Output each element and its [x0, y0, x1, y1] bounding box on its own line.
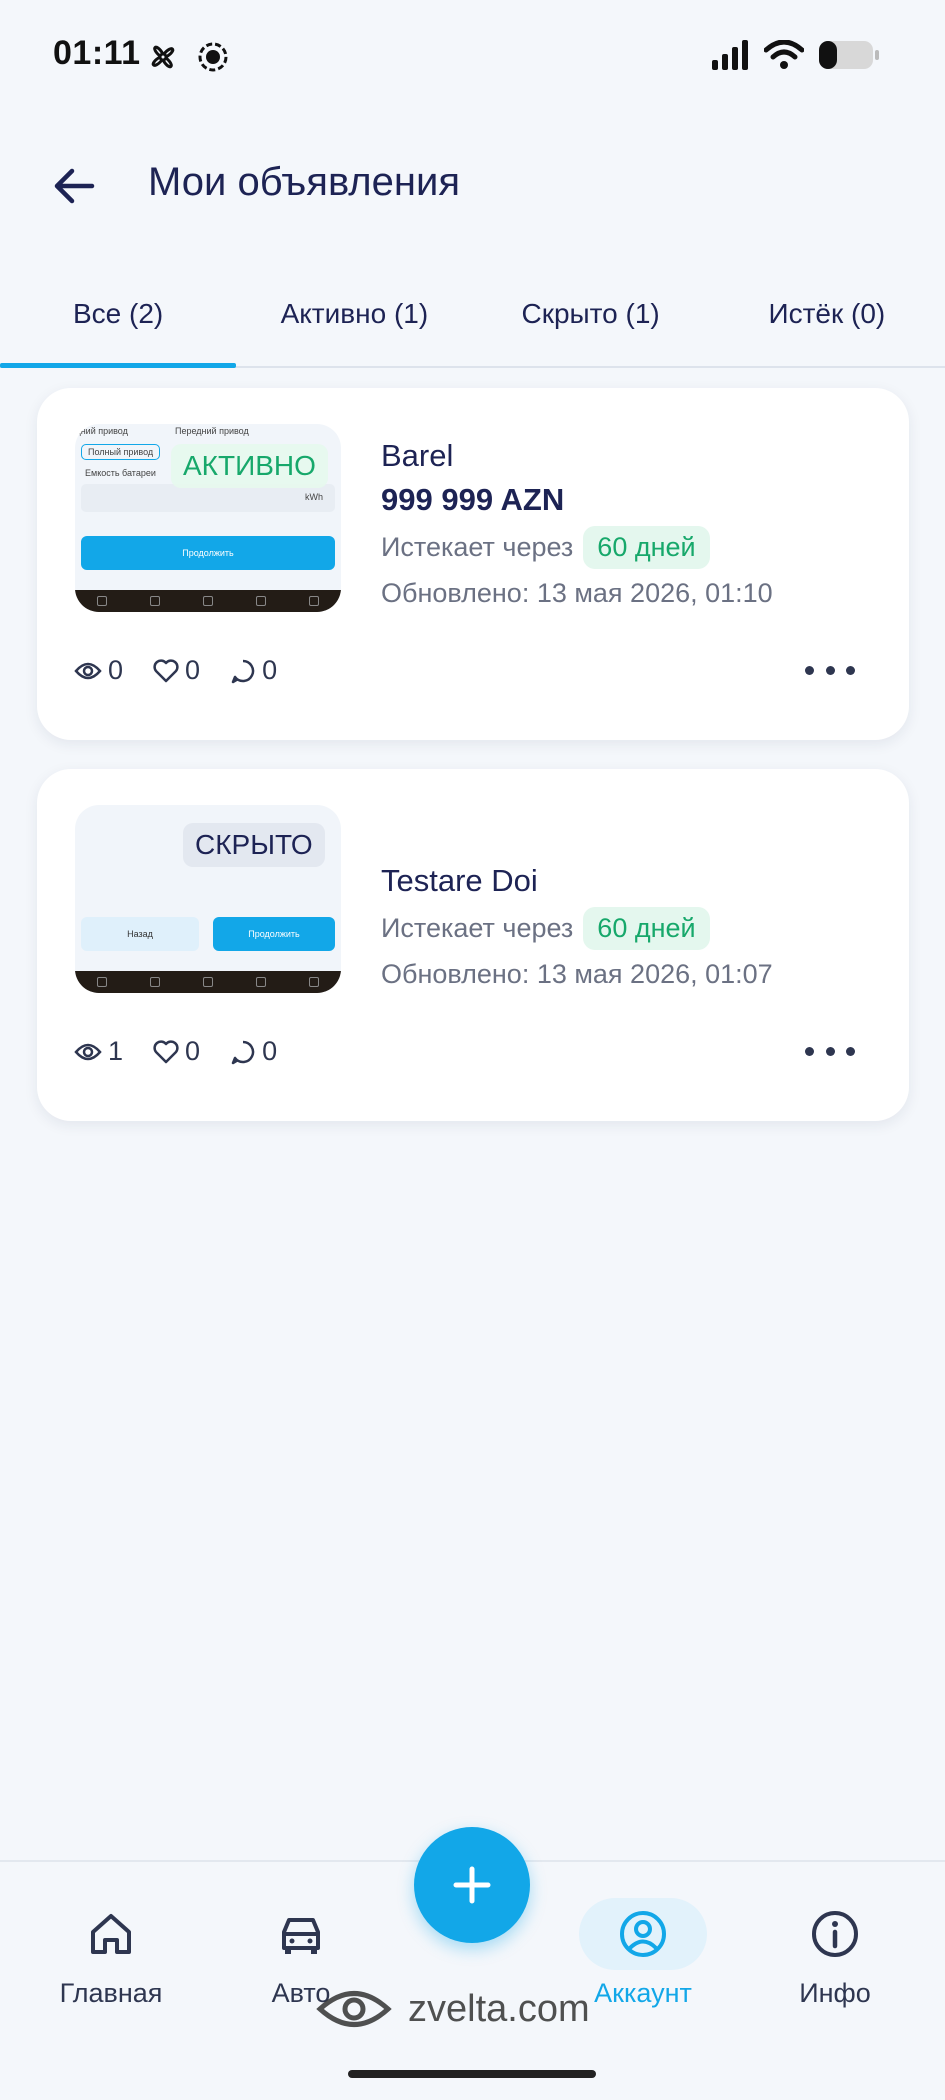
listing-title: Barel — [381, 438, 454, 473]
thumb-continue: Продолжить — [81, 536, 335, 570]
expires-badge: 60 дней — [583, 907, 710, 950]
thumb-tab-front: Передний привод — [175, 426, 249, 436]
likes-count: 0 — [185, 1036, 201, 1066]
nav-info[interactable]: Инфо — [760, 1902, 910, 2009]
comments-stat: 0 — [230, 655, 277, 686]
more-options-button[interactable] — [805, 1041, 855, 1061]
comments-count: 0 — [262, 655, 278, 685]
comments-count: 0 — [262, 1036, 278, 1066]
info-icon — [812, 1911, 858, 1957]
wifi-icon — [764, 40, 804, 69]
filter-tabs: Все (2) Активно (1) Скрыто (1) Истёк (0) — [0, 278, 945, 368]
expires-label: Истекает через — [381, 913, 574, 943]
listing-thumbnail: Задний привод Передний привод Полный при… — [75, 424, 341, 612]
battery-icon — [819, 41, 879, 69]
thumb-chip: Полный привод — [81, 444, 161, 460]
status-time: 01:11 — [53, 34, 141, 72]
add-listing-button[interactable] — [414, 1827, 530, 1943]
comment-icon — [231, 659, 255, 683]
views-stat: 0 — [74, 655, 123, 686]
thumb-tab-rear: Задний привод — [75, 426, 128, 436]
comment-icon — [231, 1040, 255, 1064]
status-badge: АКТИВНО — [171, 444, 328, 488]
thumb-field-label: Емкость батареи — [85, 468, 156, 478]
car-icon — [282, 1918, 320, 1954]
fan-icon — [151, 45, 175, 69]
back-button[interactable] — [44, 158, 104, 214]
expires-row: Истекает через 60 дней — [381, 526, 710, 569]
arrow-left-icon — [54, 168, 95, 204]
page-title: Мои объявления — [148, 160, 460, 204]
listing-stats: 0 0 0 — [74, 655, 277, 686]
likes-count: 0 — [185, 655, 201, 685]
watermark: zvelta.com — [316, 1986, 590, 2032]
nav-account[interactable]: Аккаунт — [568, 1898, 718, 2009]
thumb-field — [81, 484, 335, 512]
expires-row: Истекает через 60 дней — [381, 907, 710, 950]
nav-account-label: Аккаунт — [594, 1978, 692, 2008]
heart-icon — [153, 1039, 179, 1063]
plus-icon — [453, 1866, 491, 1904]
expires-badge: 60 дней — [583, 526, 710, 569]
thumb-field-unit: kWh — [305, 492, 323, 502]
nav-info-label: Инфо — [799, 1978, 871, 2008]
eye-icon — [74, 662, 102, 679]
account-icon — [620, 1911, 666, 1957]
listing-price: 999 999 AZN — [381, 482, 565, 517]
tab-expired[interactable]: Истёк (0) — [709, 278, 945, 366]
listing-stats: 1 0 0 — [74, 1036, 277, 1067]
views-count: 0 — [108, 655, 124, 685]
comments-stat: 0 — [230, 1036, 277, 1067]
nav-home[interactable]: Главная — [36, 1902, 186, 2009]
status-badge: СКРЫТО — [183, 823, 325, 867]
tab-all[interactable]: Все (2) — [0, 278, 237, 368]
views-stat: 1 — [74, 1036, 123, 1067]
listing-card[interactable]: Назад Продолжить СКРЫТО Testare Doi Исте… — [37, 769, 909, 1121]
tab-hidden[interactable]: Скрыто (1) — [473, 278, 709, 366]
heart-icon — [153, 658, 179, 682]
updated-date: Обновлено: 13 мая 2026, 01:10 — [381, 578, 773, 608]
thumb-back: Назад — [81, 917, 199, 951]
nav-home-label: Главная — [59, 1978, 163, 2008]
listing-title: Testare Doi — [381, 863, 538, 898]
watermark-text: zvelta.com — [408, 1987, 590, 2030]
thumb-nav-bar — [75, 971, 341, 993]
listing-thumbnail: Назад Продолжить СКРЫТО — [75, 805, 341, 993]
record-icon — [198, 42, 228, 72]
listing-card[interactable]: Задний привод Передний привод Полный при… — [37, 388, 909, 740]
likes-stat: 0 — [153, 655, 200, 686]
status-bar: 01:11 — [0, 0, 945, 110]
header: Мои объявления — [0, 140, 945, 230]
updated-date: Обновлено: 13 мая 2026, 01:07 — [381, 959, 773, 989]
home-icon — [91, 1914, 131, 1954]
views-count: 1 — [108, 1036, 124, 1066]
expires-label: Истекает через — [381, 532, 574, 562]
tab-active[interactable]: Активно (1) — [236, 278, 472, 366]
thumb-nav-bar — [75, 590, 341, 612]
signal-icon — [712, 40, 748, 70]
eye-icon — [74, 1043, 102, 1060]
likes-stat: 0 — [153, 1036, 200, 1067]
thumb-continue: Продолжить — [213, 917, 335, 951]
eye-logo-icon — [316, 1991, 392, 2027]
home-indicator[interactable] — [348, 2070, 596, 2078]
more-options-button[interactable] — [805, 660, 855, 680]
